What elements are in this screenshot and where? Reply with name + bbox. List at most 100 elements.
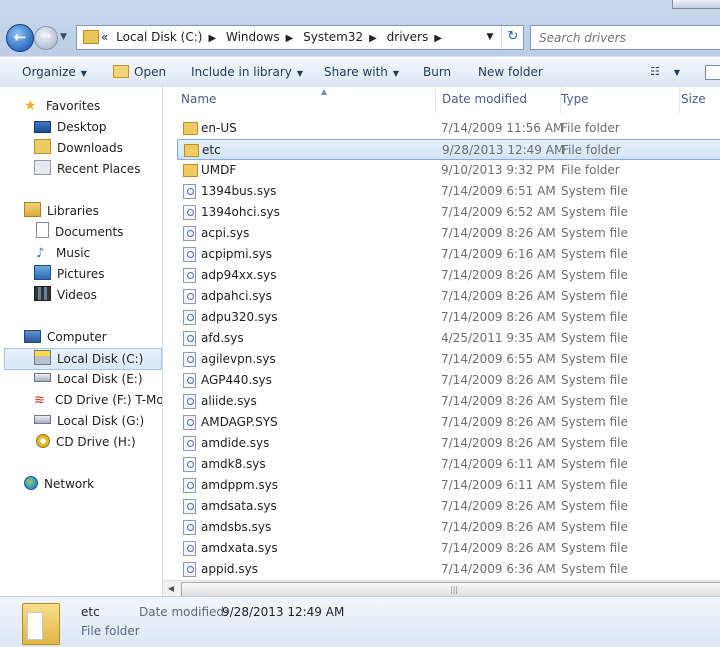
file-row[interactable]: amdppm.sys 7/14/2009 6:11 AM System file 6 (177, 475, 720, 495)
file-row[interactable]: 1394ohci.sys 7/14/2009 6:52 AM System file… (177, 202, 720, 222)
column-header-type[interactable]: Type (555, 87, 680, 113)
system-file-icon (183, 247, 196, 262)
file-type: System file (561, 352, 628, 366)
nav-local-disk-g[interactable]: Local Disk (G:) (34, 411, 144, 431)
breadcrumb-overflow[interactable]: « (101, 30, 108, 44)
nav-local-disk-c[interactable]: Local Disk (C:) (4, 348, 162, 370)
file-row[interactable]: adpu320.sys 7/14/2009 8:26 AM System file 1… (177, 307, 720, 327)
file-row[interactable]: 1394bus.sys 7/14/2009 6:51 AM System file 5 (177, 181, 720, 201)
file-size (702, 160, 720, 180)
nav-cd-drive-h[interactable]: CD Drive (H:) (36, 432, 136, 452)
cd-icon (36, 434, 50, 448)
address-bar[interactable]: « Local Disk (C:) ▶ Windows ▶ System32 ▶ dr… (76, 25, 524, 50)
file-row[interactable]: en-US 7/14/2009 11:56 AM File folder (177, 118, 720, 138)
system-file-icon (183, 310, 196, 325)
preview-pane-button[interactable] (705, 65, 720, 80)
file-row[interactable]: amdsata.sys 7/14/2009 8:26 AM System file 1 (177, 496, 720, 516)
breadcrumb-windows[interactable]: Windows (226, 30, 280, 44)
column-header-date[interactable]: Date modified (436, 87, 561, 113)
nav-label: Network (44, 477, 95, 491)
include-in-library-button[interactable]: Include in library ▼ (191, 58, 303, 87)
star-icon: ★ (24, 98, 37, 114)
refresh-icon: ↻ (507, 29, 519, 44)
file-row[interactable]: etc 9/28/2013 12:49 AM File folder (177, 139, 720, 160)
nav-documents[interactable]: Documents (36, 222, 123, 242)
chevron-down-icon: ▼ (673, 68, 681, 77)
document-icon (36, 222, 49, 238)
file-type: System file (561, 499, 628, 513)
chevron-right-icon[interactable]: ▶ (286, 33, 294, 44)
details-pane: etc File folder Date modified: 9/28/2013… (0, 596, 720, 647)
file-row[interactable]: acpipmi.sys 7/14/2009 6:16 AM System file 1 (177, 244, 720, 264)
address-history-dropdown[interactable]: ▼ (481, 26, 499, 49)
nav-local-disk-e[interactable]: Local Disk (E:) (34, 369, 143, 389)
nav-downloads[interactable]: Downloads (34, 138, 123, 158)
open-label: Open (134, 65, 167, 79)
command-bar: Organize ▼ Open Include in library ▼ Share… (0, 57, 720, 88)
share-with-button[interactable]: Share with ▼ (324, 58, 399, 87)
file-date: 7/14/2009 8:26 AM (441, 436, 556, 450)
horizontal-scrollbar[interactable]: ◀ ||| (163, 580, 720, 597)
file-row[interactable]: UMDF 9/10/2013 9:32 PM File folder (177, 160, 720, 180)
pictures-icon (34, 265, 51, 280)
file-row[interactable]: amdsbs.sys 7/14/2009 8:26 AM System file 19 (177, 517, 720, 537)
back-button[interactable]: ← (6, 24, 34, 52)
nav-label: Documents (55, 225, 124, 239)
file-row[interactable]: AMDAGP.SYS 7/14/2009 8:26 AM System file 6 (177, 412, 720, 432)
breadcrumb-system32[interactable]: System32 (303, 30, 363, 44)
nav-recent-places[interactable]: Recent Places (34, 159, 140, 179)
search-input[interactable] (537, 28, 717, 47)
open-button[interactable]: Open (113, 58, 166, 87)
breadcrumb-local-disk-c[interactable]: Local Disk (C:) (116, 30, 202, 44)
window-control-button[interactable] (672, 0, 720, 9)
chevron-right-icon[interactable]: ▶ (208, 33, 216, 44)
nav-libraries[interactable]: Libraries (24, 201, 99, 221)
burn-button[interactable]: Burn (423, 58, 451, 87)
nav-videos[interactable]: Videos (34, 285, 97, 305)
file-row[interactable]: appid.sys 7/14/2009 6:36 AM System file 5 (177, 559, 720, 579)
file-date: 9/28/2013 12:49 AM (442, 143, 565, 157)
file-row[interactable]: AGP440.sys 7/14/2009 8:26 AM System file 6 (177, 370, 720, 390)
file-type: System file (561, 310, 628, 324)
recent-pages-dropdown[interactable]: ▼ (60, 30, 70, 44)
new-folder-button[interactable]: New folder (478, 58, 543, 87)
nav-pictures[interactable]: Pictures (34, 264, 105, 284)
nav-favorites[interactable]: ★ Favorites (24, 96, 100, 116)
change-view-button[interactable]: ☷ ▼ (650, 63, 686, 81)
hard-drive-icon (34, 373, 51, 382)
file-type: File folder (561, 121, 620, 135)
file-type: File folder (562, 143, 621, 157)
hard-drive-icon (34, 415, 51, 424)
chevron-right-icon[interactable]: ▶ (434, 33, 442, 44)
file-row[interactable]: agilevpn.sys 7/14/2009 6:55 AM System file… (177, 349, 720, 369)
file-row[interactable]: amdxata.sys 7/14/2009 8:26 AM System file 2 (177, 538, 720, 558)
nav-network[interactable]: Network (24, 474, 94, 494)
file-list: Name ▲ Date modified Type Size en-US 7/14/… (163, 87, 720, 596)
file-size (702, 118, 720, 138)
organize-button[interactable]: Organize ▼ (22, 58, 87, 87)
file-row[interactable]: aliide.sys 7/14/2009 8:26 AM System file 1 (177, 391, 720, 411)
forward-button[interactable]: → (34, 26, 58, 50)
chevron-right-icon[interactable]: ▶ (369, 33, 377, 44)
nav-cd-drive-f[interactable]: ≋ CD Drive (F:) T-Mob (34, 390, 162, 410)
file-size: 6 (702, 454, 720, 474)
file-date: 7/14/2009 8:26 AM (441, 415, 556, 429)
breadcrumb-drivers[interactable]: drivers (387, 30, 429, 44)
file-row[interactable]: acpi.sys 7/14/2009 8:26 AM System file 28 (177, 223, 720, 243)
nav-computer[interactable]: Computer (24, 327, 107, 347)
file-name: agilevpn.sys (201, 352, 276, 366)
file-row[interactable]: afd.sys 4/25/2011 9:35 AM System file 33 (177, 328, 720, 348)
column-header-size[interactable]: Size (675, 87, 720, 113)
file-date: 7/14/2009 8:26 AM (441, 520, 556, 534)
column-header-name[interactable]: Name ▲ (181, 87, 436, 113)
file-row[interactable]: amdk8.sys 7/14/2009 6:11 AM System file 6 (177, 454, 720, 474)
file-row[interactable]: amdide.sys 7/14/2009 8:26 AM System file 1 (177, 433, 720, 453)
nav-music[interactable]: ♪ Music (36, 243, 90, 263)
refresh-button[interactable]: ↻ (501, 26, 524, 49)
file-row[interactable]: adp94xx.sys 7/14/2009 8:26 AM System file 4… (177, 265, 720, 285)
search-box[interactable] (530, 25, 720, 50)
scroll-thumb[interactable]: ||| (181, 582, 720, 597)
nav-desktop[interactable]: Desktop (34, 117, 107, 137)
scroll-left-arrow-icon[interactable]: ◀ (165, 583, 177, 595)
file-row[interactable]: adpahci.sys 7/14/2009 8:26 AM System file 2… (177, 286, 720, 306)
